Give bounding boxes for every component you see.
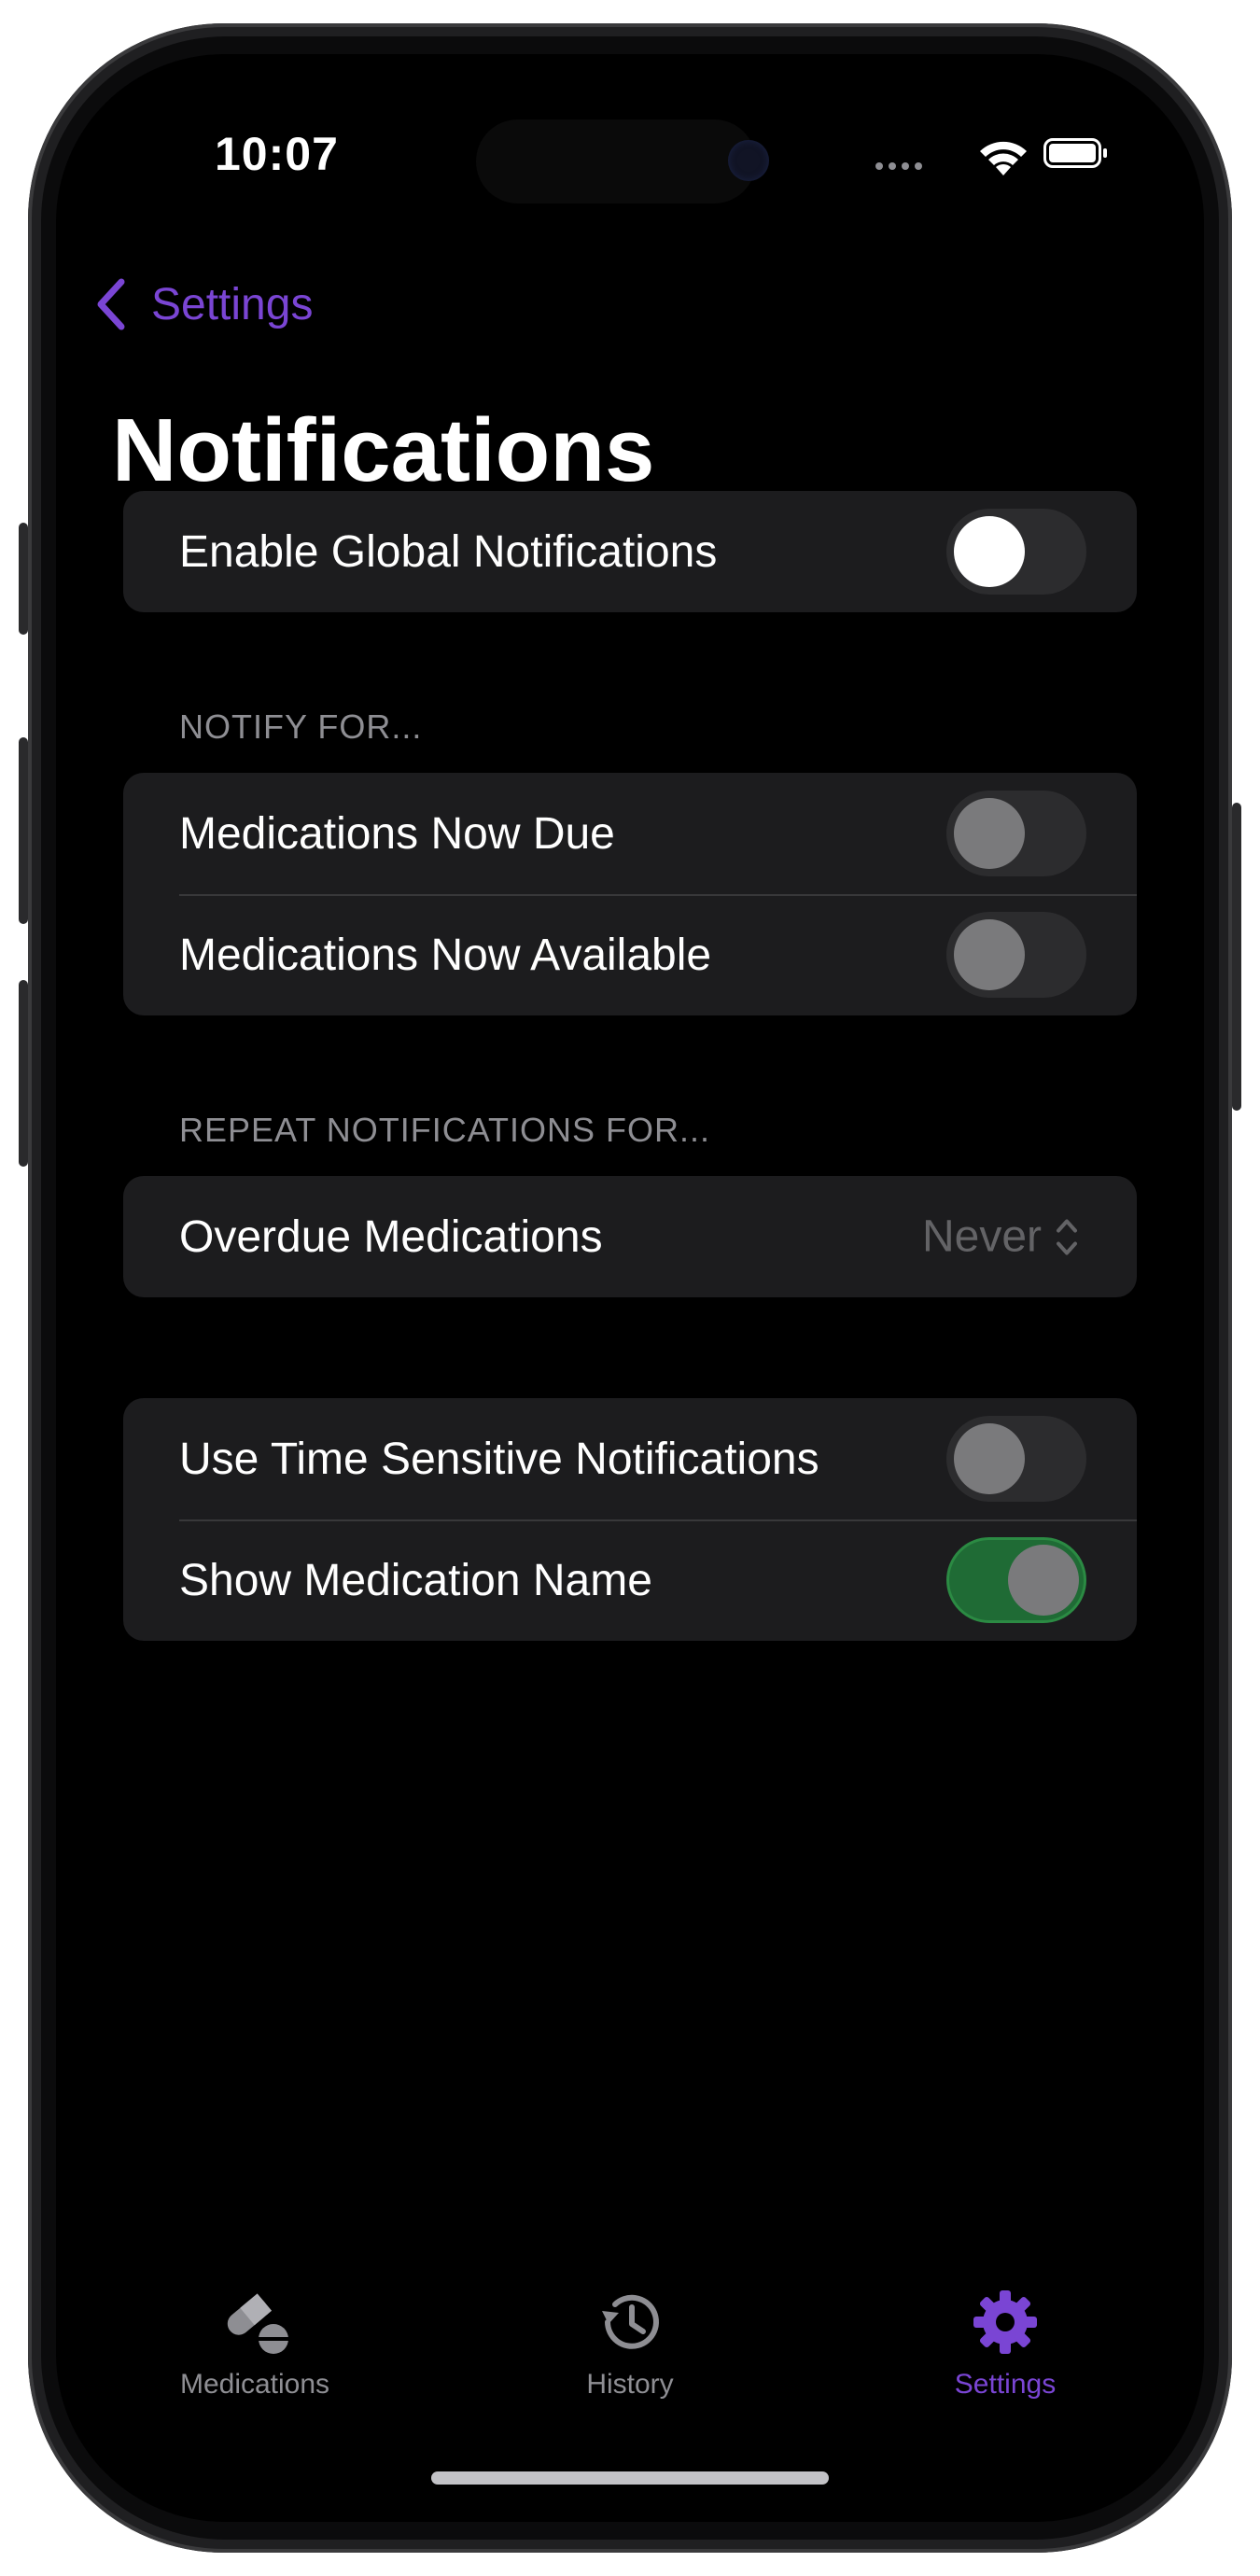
battery-icon	[1043, 138, 1107, 168]
tab-settings[interactable]: Settings	[865, 2285, 1145, 2401]
overdue-medications-row[interactable]: Overdue Medications Never	[123, 1176, 1137, 1297]
screen: 10:07 Settings Notifications Enable Glob…	[56, 54, 1204, 2522]
overdue-medications-value: Never	[921, 1211, 1042, 1262]
history-icon	[602, 2294, 659, 2349]
volume-down-button	[19, 980, 28, 1167]
tab-history-label: History	[586, 2369, 674, 2400]
back-label: Settings	[151, 279, 314, 329]
global-notifications-toggle[interactable]	[946, 509, 1086, 595]
repeat-notifications-group: Overdue Medications Never	[123, 1176, 1137, 1297]
chevron-up-down-icon	[1057, 1219, 1077, 1254]
notify-for-group: Medications Now Due Medications Now Avai…	[123, 773, 1137, 1015]
repeat-notifications-header: REPEAT NOTIFICATIONS FOR...	[179, 1111, 711, 1149]
back-button[interactable]: Settings	[93, 276, 313, 332]
options-group: Use Time Sensitive Notifications Show Me…	[123, 1398, 1137, 1641]
show-medication-name-row: Show Medication Name	[123, 1519, 1137, 1641]
global-notifications-label: Enable Global Notifications	[179, 526, 718, 577]
global-notifications-row: Enable Global Notifications	[123, 491, 1137, 612]
medications-now-available-toggle[interactable]	[946, 912, 1086, 998]
tab-history[interactable]: History	[490, 2285, 770, 2401]
time-sensitive-toggle[interactable]	[946, 1416, 1086, 1502]
notify-for-header: NOTIFY FOR...	[179, 707, 423, 746]
home-indicator[interactable]	[431, 2471, 829, 2485]
medications-now-available-row: Medications Now Available	[123, 894, 1137, 1015]
medications-now-due-toggle[interactable]	[946, 791, 1086, 876]
action-button	[19, 523, 28, 635]
dynamic-island	[476, 119, 756, 203]
time-sensitive-label: Use Time Sensitive Notifications	[179, 1434, 819, 1484]
show-medication-name-label: Show Medication Name	[179, 1555, 652, 1605]
overdue-medications-label: Overdue Medications	[179, 1211, 603, 1262]
page-title: Notifications	[112, 400, 655, 500]
medications-now-due-label: Medications Now Due	[179, 808, 615, 859]
power-button	[1232, 803, 1241, 1111]
cellular-signal-icon	[875, 162, 922, 170]
camera-icon	[728, 140, 769, 181]
tab-bar: Medications History Settings	[56, 2285, 1204, 2471]
tab-medications[interactable]: Medications	[115, 2285, 395, 2401]
pills-icon	[227, 2293, 288, 2354]
tab-settings-label: Settings	[954, 2369, 1057, 2400]
gear-icon	[973, 2290, 1037, 2354]
medications-now-available-label: Medications Now Available	[179, 930, 712, 980]
status-time: 10:07	[215, 128, 339, 180]
tab-medications-label: Medications	[179, 2369, 330, 2400]
wifi-icon	[980, 141, 1027, 175]
medications-now-due-row: Medications Now Due	[123, 773, 1137, 894]
global-notifications-group: Enable Global Notifications	[123, 491, 1137, 612]
chevron-left-icon	[97, 278, 125, 330]
time-sensitive-row: Use Time Sensitive Notifications	[123, 1398, 1137, 1519]
show-medication-name-toggle[interactable]	[946, 1537, 1086, 1623]
volume-up-button	[19, 737, 28, 924]
overdue-medications-picker[interactable]: Never	[922, 1211, 1081, 1263]
